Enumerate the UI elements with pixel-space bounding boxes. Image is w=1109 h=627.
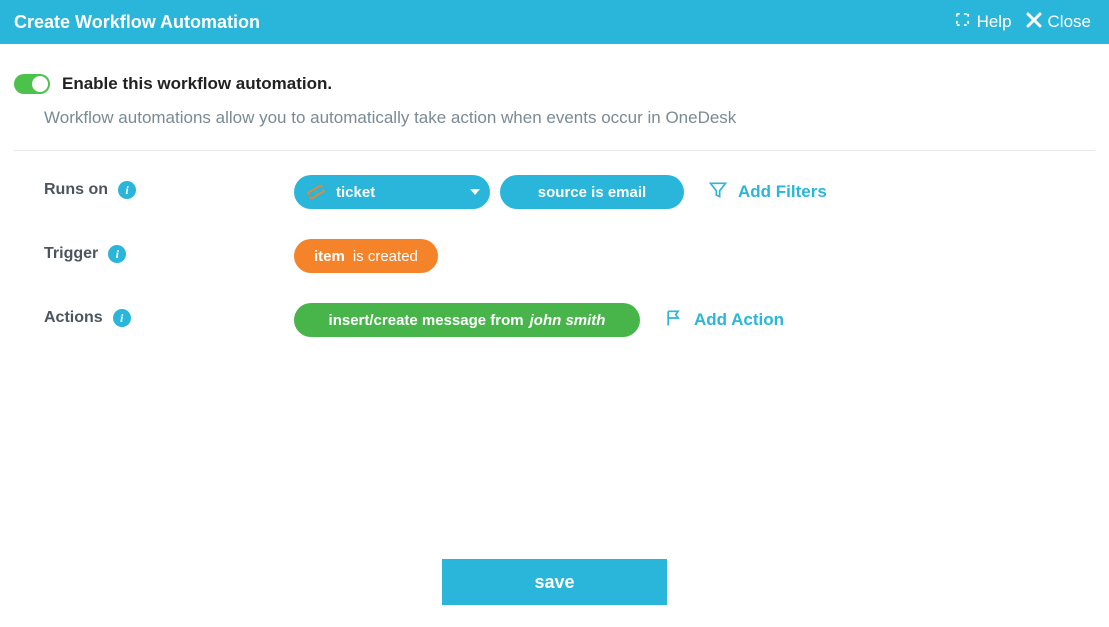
enable-toggle[interactable] — [14, 74, 50, 94]
actions-body: insert/create message from john smith Ad… — [294, 303, 784, 337]
add-filters-label: Add Filters — [738, 182, 827, 202]
save-button[interactable]: save — [442, 559, 667, 605]
trigger-label: Trigger — [44, 245, 98, 263]
runs-on-label: Runs on — [44, 181, 108, 199]
dialog-content: Enable this workflow automation. Workflo… — [0, 44, 1109, 337]
runs-on-label-wrap: Runs on i — [44, 175, 294, 199]
actions-label-wrap: Actions i — [44, 303, 294, 327]
info-icon[interactable]: i — [113, 309, 131, 327]
runs-on-section: Runs on i ticket — [14, 175, 1095, 209]
description-text: Workflow automations allow you to automa… — [44, 108, 1095, 128]
action-user: john smith — [530, 312, 606, 329]
info-icon[interactable]: i — [118, 181, 136, 199]
dialog-footer: save — [0, 559, 1109, 605]
add-action-label: Add Action — [694, 310, 784, 330]
divider — [14, 150, 1095, 151]
info-icon[interactable]: i — [108, 245, 126, 263]
ticket-dropdown-label: ticket — [336, 184, 460, 201]
runs-on-body: ticket source is email Add Filters — [294, 175, 827, 209]
filter-icon — [708, 180, 728, 205]
add-filters-button[interactable]: Add Filters — [708, 180, 827, 205]
chevron-down-icon — [470, 189, 480, 195]
close-button[interactable]: Close — [1022, 10, 1095, 35]
help-icon — [954, 11, 971, 33]
action-text: insert/create message from — [329, 312, 524, 329]
trigger-label-wrap: Trigger i — [44, 239, 294, 263]
help-button[interactable]: Help — [950, 9, 1016, 35]
flag-icon — [664, 308, 684, 333]
action-pill[interactable]: insert/create message from john smith — [294, 303, 640, 337]
trigger-section: Trigger i item is created — [14, 239, 1095, 273]
enable-row: Enable this workflow automation. — [14, 74, 1095, 94]
trigger-item: item — [314, 248, 345, 265]
header-actions: Help Close — [950, 9, 1095, 35]
add-action-button[interactable]: Add Action — [664, 308, 784, 333]
close-label: Close — [1048, 12, 1091, 32]
trigger-condition: is created — [353, 248, 418, 265]
trigger-pill[interactable]: item is created — [294, 239, 438, 273]
ticket-dropdown[interactable]: ticket — [294, 175, 490, 209]
close-icon — [1026, 12, 1042, 33]
source-filter-label: source is email — [538, 184, 646, 201]
help-label: Help — [977, 12, 1012, 32]
dialog-title: Create Workflow Automation — [14, 12, 950, 33]
actions-section: Actions i insert/create message from joh… — [14, 303, 1095, 337]
ticket-icon — [306, 182, 326, 202]
enable-label: Enable this workflow automation. — [62, 74, 332, 94]
toggle-knob — [32, 76, 48, 92]
trigger-body: item is created — [294, 239, 438, 273]
actions-label: Actions — [44, 309, 103, 327]
source-filter-pill[interactable]: source is email — [500, 175, 684, 209]
dialog-header: Create Workflow Automation Help Close — [0, 0, 1109, 44]
